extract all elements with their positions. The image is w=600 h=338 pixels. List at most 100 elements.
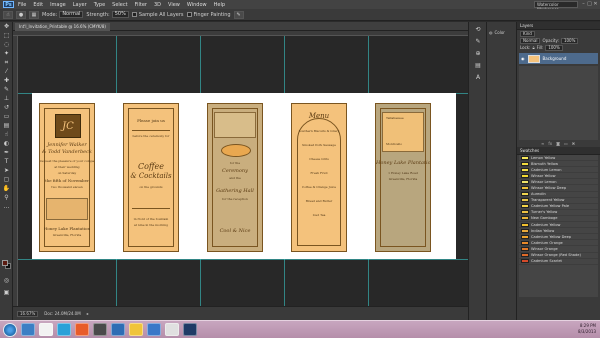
kind-filter-select[interactable]: Kind — [520, 30, 535, 37]
swatches-panel-header[interactable]: Swatches — [517, 147, 600, 155]
menu-image[interactable]: Image — [50, 2, 66, 8]
zoom-field[interactable]: 16.67% — [17, 310, 39, 317]
smudge-tool-preset-icon[interactable]: ☝ — [3, 10, 13, 19]
swatch-name: Cadmium Yellow — [531, 222, 561, 227]
card-text: at nine in the morning — [133, 224, 169, 227]
taskbar-app-icon[interactable] — [21, 323, 35, 336]
doc-size[interactable]: Doc: 24.0M/24.0M — [44, 311, 80, 316]
coffee-cocktails-card: Please join us before the ceremony for C… — [123, 103, 179, 252]
eraser-tool-icon[interactable]: ▭ — [2, 113, 11, 121]
crop-tool-icon[interactable]: ⌗ — [2, 59, 11, 67]
smudge-tool-icon[interactable]: ☝ — [2, 131, 11, 139]
brush-size-icon[interactable]: ● — [16, 10, 26, 19]
link-icon[interactable]: ∞ — [541, 141, 544, 146]
minimize-icon[interactable]: – — [581, 1, 586, 7]
menu-filter[interactable]: Filter — [135, 2, 147, 8]
eye-icon[interactable]: ◉ — [521, 56, 525, 61]
taskbar-app-icon[interactable] — [183, 323, 197, 336]
card-text: request the pleasure of your company — [40, 160, 94, 163]
strength-input[interactable]: 50% — [111, 11, 129, 18]
menu-view[interactable]: View — [168, 2, 180, 8]
start-button[interactable] — [3, 322, 17, 337]
taskbar-app-icon[interactable] — [129, 323, 143, 336]
sample-all-layers-checkbox[interactable] — [131, 12, 137, 17]
ellipsis-icon[interactable]: … — [2, 203, 11, 211]
card-text: Southern Biscuits & Gravy — [298, 130, 340, 133]
screen-mode-icon[interactable]: ▣ — [2, 289, 11, 297]
menu-help[interactable]: Help — [214, 2, 225, 8]
lock-icon[interactable]: 🔒︎ — [532, 45, 534, 50]
healing-brush-tool-icon[interactable]: ✚ — [2, 77, 11, 85]
pressure-icon[interactable]: ✎ — [233, 10, 244, 19]
layer-comps-icon[interactable]: ▤ — [472, 61, 484, 70]
fill-input[interactable]: 100% — [545, 44, 563, 51]
history-icon[interactable]: ⟲ — [472, 25, 484, 34]
layers-panel-header[interactable]: Layers — [517, 22, 600, 30]
menu-edit[interactable]: Edit — [33, 2, 43, 8]
taskbar-app-icon[interactable] — [39, 323, 53, 336]
status-arrow-icon[interactable]: ▸ — [87, 311, 89, 316]
move-tool-icon[interactable]: ✥ — [2, 23, 11, 31]
clone-source-icon[interactable]: ⊕ — [472, 49, 484, 58]
path-select-tool-icon[interactable]: ➤ — [2, 167, 11, 175]
foreground-color-swatch[interactable] — [2, 260, 8, 266]
tools-panel: ✥ ⬚ ◌ ✦ ⌗ ⁄ ✚ ✎ ⊥ ↺ ▭ ▤ ☝ ◐ ✒ T ➤ ▢ ✋ ⚲ … — [0, 22, 13, 320]
taskbar-app-icon[interactable] — [75, 323, 89, 336]
finger-painting-checkbox[interactable] — [186, 12, 192, 17]
workspace-switcher[interactable]: Watercolor Workspace — [534, 1, 578, 12]
document-canvas[interactable]: JC Jennifer Walker & Todd Vanderbeck req… — [32, 93, 456, 259]
history-brush-tool-icon[interactable]: ↺ — [2, 104, 11, 112]
layers-footer: ∞ fx ◙ ▭ ✖ — [517, 140, 600, 147]
maximize-icon[interactable]: □ — [587, 1, 592, 7]
arch-border — [297, 118, 341, 246]
fx-icon[interactable]: fx — [548, 141, 552, 146]
system-tray-clock[interactable]: 8:29 PM 8/3/2013 — [578, 323, 596, 335]
canvas-area[interactable]: JC Jennifer Walker & Todd Vanderbeck req… — [18, 36, 468, 306]
swatch-color-chip — [521, 246, 529, 251]
menu-file[interactable]: File — [18, 2, 26, 8]
mode-select[interactable]: Normal — [59, 11, 84, 18]
card-text: on the grounds — [139, 186, 163, 189]
card-text: Greenville, Florida — [388, 178, 418, 181]
type-tool-icon[interactable]: T — [2, 158, 11, 166]
clone-stamp-tool-icon[interactable]: ⊥ — [2, 95, 11, 103]
shape-tool-icon[interactable]: ▢ — [2, 176, 11, 184]
menu-type[interactable]: Type — [94, 2, 105, 8]
taskbar-app-icon[interactable] — [57, 323, 71, 336]
taskbar-app-icon[interactable] — [111, 323, 125, 336]
taskbar-app-icon[interactable] — [165, 323, 179, 336]
eyedropper-tool-icon[interactable]: ⁄ — [2, 68, 11, 76]
lasso-tool-icon[interactable]: ◌ — [2, 41, 11, 49]
document-tab[interactable]: Int'l_Invitation_Printable @ 16.6% (CMYK… — [15, 23, 110, 31]
plaque-emblem — [221, 144, 251, 157]
menu-window[interactable]: Window — [187, 2, 207, 8]
blend-mode-select[interactable]: Normal — [520, 37, 541, 44]
sample-all-layers-label: Sample All Layers — [138, 11, 184, 18]
taskbar-app-icon[interactable] — [147, 323, 161, 336]
marquee-tool-icon[interactable]: ⬚ — [2, 32, 11, 40]
layer-row-background[interactable]: ◉ Background — [519, 53, 598, 64]
menu-3d[interactable]: 3D — [154, 2, 161, 8]
zoom-tool-icon[interactable]: ⚲ — [2, 194, 11, 202]
character-icon[interactable]: A — [472, 73, 484, 82]
dodge-tool-icon[interactable]: ◐ — [2, 140, 11, 148]
brush-panel-icon[interactable]: ▦ — [29, 10, 39, 19]
brush-presets-icon[interactable]: ✎ — [472, 37, 484, 46]
quick-mask-icon[interactable]: ◎ — [2, 277, 11, 285]
mask-icon[interactable]: ◙ — [556, 141, 560, 146]
menu-layer[interactable]: Layer — [73, 2, 87, 8]
trash-icon[interactable]: ✖ — [572, 141, 575, 146]
brush-tool-icon[interactable]: ✎ — [2, 86, 11, 94]
folder-icon[interactable]: ▭ — [564, 141, 568, 146]
opacity-input[interactable]: 100% — [560, 37, 579, 44]
color-panel-tab[interactable]: ◍ Color — [487, 27, 516, 37]
menu-select[interactable]: Select — [112, 2, 127, 8]
taskbar-app-icon[interactable] — [93, 323, 107, 336]
gradient-tool-icon[interactable]: ▤ — [2, 122, 11, 130]
close-icon[interactable]: ✕ — [593, 1, 598, 7]
pen-tool-icon[interactable]: ✒ — [2, 149, 11, 157]
swatch-item[interactable]: Cadmium Scarlet — [519, 259, 598, 265]
card-text: Cool & Nice — [219, 228, 251, 234]
quick-select-tool-icon[interactable]: ✦ — [2, 50, 11, 58]
hand-tool-icon[interactable]: ✋ — [2, 185, 11, 193]
